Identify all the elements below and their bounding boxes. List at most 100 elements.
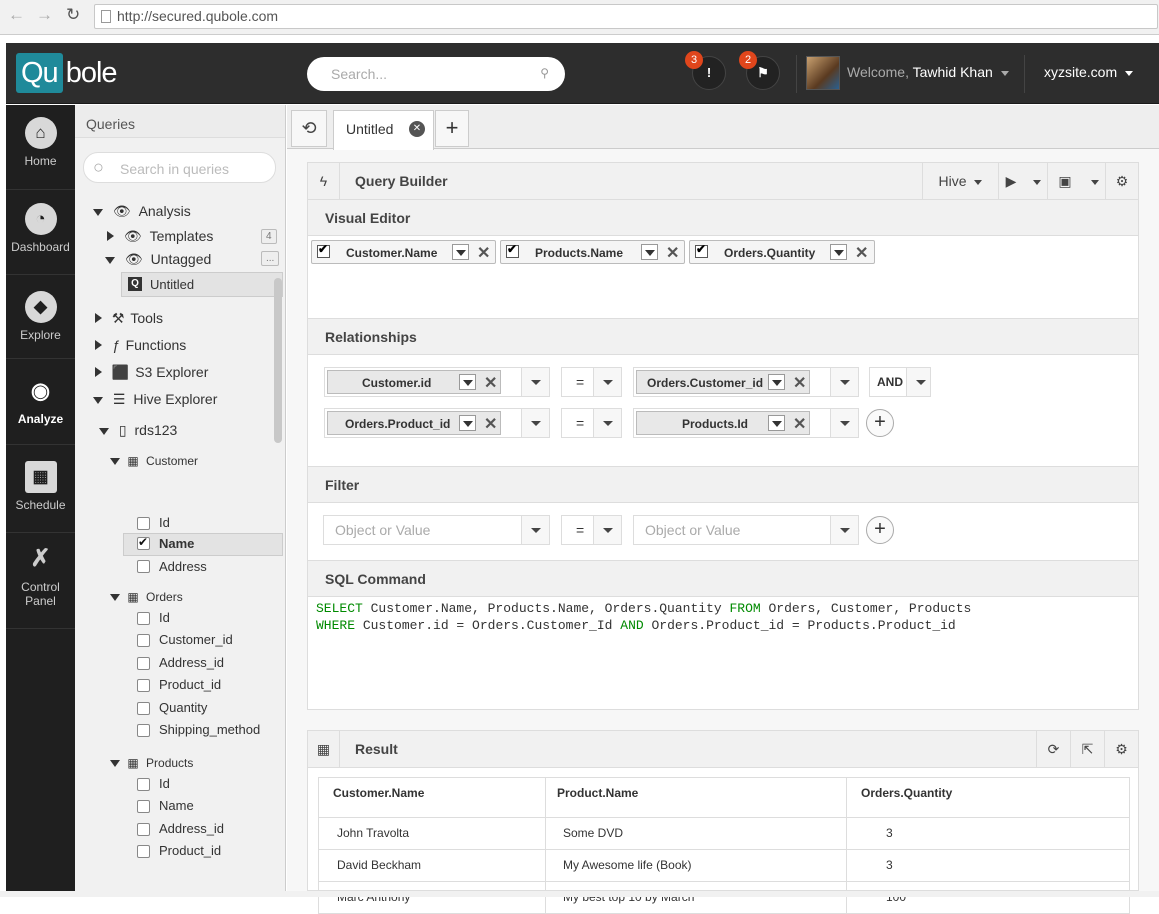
header-cell[interactable]: Customer.Name	[319, 778, 545, 817]
nav-analyze[interactable]: ◉ Analyze	[6, 375, 75, 445]
relation-left-chip[interactable]: Customer.id ✕	[327, 370, 501, 394]
relation-right-chip[interactable]: Products.Id ✕	[636, 411, 810, 435]
filter-right-select[interactable]: Object or Value	[633, 515, 859, 545]
tree-untagged[interactable]: 👁 Untagged	[105, 251, 211, 268]
filter-operator-select[interactable]: =	[561, 515, 622, 545]
run-button[interactable]: ▶	[998, 163, 1023, 199]
filter-left-select[interactable]: Object or Value	[323, 515, 550, 545]
tree-table-orders[interactable]: ▦ Orders	[110, 590, 183, 604]
header-cell[interactable]: Product.Name	[545, 778, 846, 817]
field-checkbox[interactable]	[137, 612, 150, 625]
global-search-input[interactable]: Search... ⚲	[307, 57, 565, 91]
dropdown-arrow-icon[interactable]	[906, 368, 930, 396]
tree-s3[interactable]: ⬛ S3 Explorer	[95, 364, 208, 381]
save-button[interactable]: ▣	[1047, 163, 1082, 199]
dropdown-arrow-icon[interactable]	[830, 516, 858, 544]
column-chip[interactable]: Customer.Name ✕	[311, 240, 496, 264]
add-filter-button[interactable]: +	[866, 516, 894, 544]
tree-templates[interactable]: 👁 Templates	[107, 228, 213, 245]
dropdown-arrow-icon[interactable]	[521, 409, 549, 437]
dropdown-arrow-icon[interactable]	[593, 409, 621, 437]
relation-left-chip[interactable]: Orders.Product_id ✕	[327, 411, 501, 435]
nav-control-panel[interactable]: ✗ Control Panel	[6, 543, 75, 629]
tree-untitled-query[interactable]: Q Untitled	[121, 272, 283, 297]
chevron-down-icon[interactable]	[459, 415, 476, 431]
chevron-down-icon[interactable]	[768, 374, 785, 390]
export-button[interactable]: ⇱	[1070, 731, 1104, 767]
relation-left-select[interactable]: Customer.id ✕	[324, 367, 550, 397]
nav-explore[interactable]: ◆ Explore	[6, 291, 75, 359]
table-row[interactable]: Marc Anthony My best top 10 by March 100	[319, 882, 1129, 914]
field-checkbox[interactable]	[137, 657, 150, 670]
field-checkbox[interactable]	[137, 800, 150, 813]
tree-table-customer[interactable]: ▦ Customer	[110, 454, 198, 468]
tab-untitled[interactable]: Untitled ✕	[333, 110, 434, 150]
sql-editor[interactable]: SELECT Customer.Name, Products.Name, Ord…	[316, 600, 971, 634]
close-icon[interactable]: ✕	[855, 243, 868, 263]
tree-analysis[interactable]: 👁 Analysis	[93, 203, 191, 220]
relation-right-select[interactable]: Products.Id ✕	[633, 408, 859, 438]
tree-table-products[interactable]: ▦ Products	[110, 756, 193, 770]
close-icon[interactable]: ✕	[484, 414, 497, 434]
history-button[interactable]: ⟲	[291, 110, 327, 147]
alerts-button[interactable]: ! 3	[685, 51, 726, 90]
sidebar-scrollbar[interactable]	[274, 278, 282, 443]
notifications-button[interactable]: ⚑ 2	[739, 51, 780, 90]
chevron-down-icon[interactable]	[768, 415, 785, 431]
close-icon[interactable]: ✕	[477, 243, 490, 263]
relation-right-chip[interactable]: Orders.Customer_id ✕	[636, 370, 810, 394]
close-icon[interactable]: ✕	[793, 414, 806, 434]
close-icon[interactable]: ✕	[409, 121, 425, 137]
field-checkbox[interactable]	[137, 823, 150, 836]
table-row[interactable]: David Beckham My Awesome life (Book) 3	[319, 850, 1129, 882]
field-checkbox[interactable]	[137, 634, 150, 647]
close-icon[interactable]: ✕	[484, 373, 497, 393]
site-menu[interactable]: xyzsite.com	[1044, 64, 1134, 80]
chevron-down-icon[interactable]	[830, 244, 847, 260]
save-options-button[interactable]	[1082, 163, 1104, 199]
relation-left-select[interactable]: Orders.Product_id ✕	[324, 408, 550, 438]
close-icon[interactable]: ✕	[666, 243, 679, 263]
dropdown-arrow-icon[interactable]	[830, 368, 858, 396]
add-relationship-button[interactable]: +	[866, 409, 894, 437]
run-options-button[interactable]	[1023, 163, 1047, 199]
nav-schedule[interactable]: ▦ Schedule	[6, 461, 75, 533]
join-select[interactable]: AND	[869, 367, 931, 397]
field-checkbox[interactable]	[137, 679, 150, 692]
column-chip[interactable]: Orders.Quantity ✕	[689, 240, 875, 264]
field-checkbox[interactable]	[137, 724, 150, 737]
field-checkbox[interactable]	[137, 560, 150, 573]
chevron-down-icon[interactable]	[641, 244, 658, 260]
engine-select[interactable]: Hive	[922, 163, 998, 199]
reload-icon[interactable]: ↻	[66, 5, 80, 25]
field-checkbox[interactable]	[137, 702, 150, 715]
table-row[interactable]: John Travolta Some DVD 3	[319, 818, 1129, 850]
field-checkbox[interactable]	[137, 535, 150, 550]
dropdown-arrow-icon[interactable]	[593, 368, 621, 396]
result-settings-button[interactable]: ⚙	[1104, 731, 1138, 767]
refresh-button[interactable]: ⟳	[1036, 731, 1070, 767]
chevron-down-icon[interactable]	[459, 374, 476, 390]
dropdown-arrow-icon[interactable]	[593, 516, 621, 544]
column-chip[interactable]: Products.Name ✕	[500, 240, 685, 264]
back-arrow-icon[interactable]: ←	[8, 5, 25, 25]
field-checkbox[interactable]	[137, 517, 150, 530]
add-tab-button[interactable]: +	[435, 110, 469, 147]
settings-button[interactable]: ⚙	[1105, 163, 1138, 199]
forward-arrow-icon[interactable]: →	[36, 5, 53, 25]
relation-operator-select[interactable]: =	[561, 367, 622, 397]
relation-right-select[interactable]: Orders.Customer_id ✕	[633, 367, 859, 397]
relation-operator-select[interactable]: =	[561, 408, 622, 438]
chevron-down-icon[interactable]	[452, 244, 469, 260]
close-icon[interactable]: ✕	[793, 373, 806, 393]
tree-functions[interactable]: ƒ Functions	[95, 337, 186, 353]
logo[interactable]: Qu bole	[16, 53, 118, 93]
nav-home[interactable]: ⌂ Home	[6, 117, 75, 190]
tree-db[interactable]: ▯ rds123	[99, 422, 177, 439]
tree-hive[interactable]: ☰ Hive Explorer	[93, 391, 217, 408]
nav-dashboard[interactable]: ◔ Dashboard	[6, 203, 75, 275]
tree-tools[interactable]: ⚒ Tools	[95, 310, 163, 327]
query-search-input[interactable]: ○ Search in queries	[83, 152, 276, 183]
header-cell[interactable]: Orders.Quantity	[846, 778, 1131, 817]
user-menu[interactable]: Welcome, Tawhid Khan	[847, 64, 1009, 80]
